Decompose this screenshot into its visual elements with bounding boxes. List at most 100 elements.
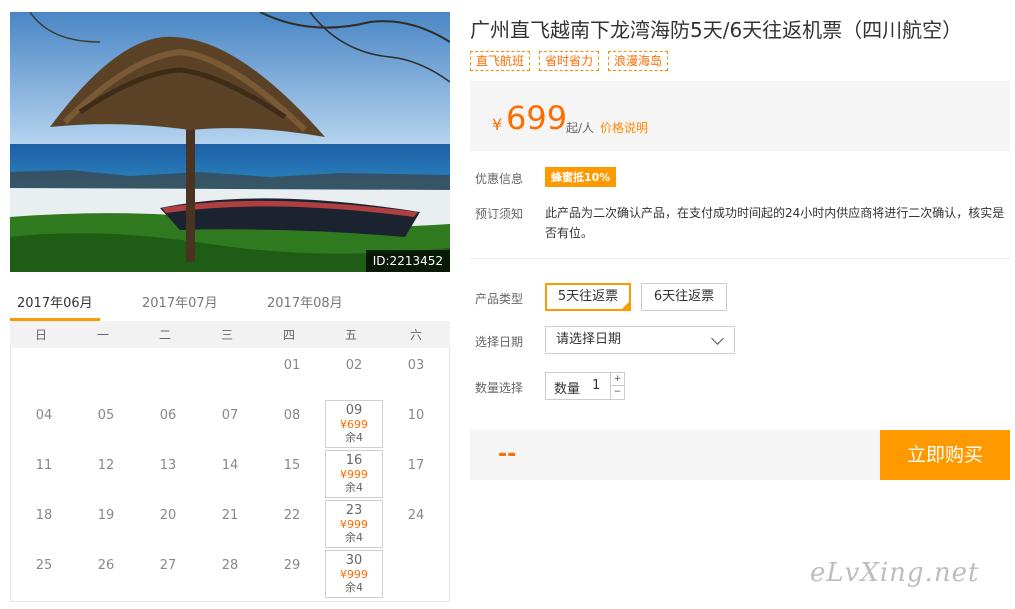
quantity-label: 数量选择 <box>475 381 524 395</box>
calendar-day-number: 15 <box>283 458 301 473</box>
product-photo: ID:2213452 <box>10 12 450 272</box>
type-option-6day-label: 6天往返票 <box>653 289 715 304</box>
total-price-value: -- <box>498 442 517 467</box>
quantity-field-label: 数量 <box>554 382 581 397</box>
calendar-day-number: 07 <box>221 408 239 423</box>
chevron-down-icon <box>711 332 724 345</box>
quantity-decrease-button[interactable]: − <box>610 386 624 399</box>
calendar-day: 14 <box>201 452 259 500</box>
calendar-day-number: 18 <box>35 508 53 523</box>
weekday-wed: 三 <box>220 328 233 342</box>
calendar-day-remaining: 余4 <box>345 431 363 444</box>
calendar-day: 08 <box>263 402 321 450</box>
calendar-day: 06 <box>139 402 197 450</box>
buy-now-button[interactable]: 立即购买 <box>880 430 1010 480</box>
quantity-stepper[interactable]: 数量 1 + − <box>545 372 625 400</box>
calendar-day-available[interactable]: 23 ¥999 余4 <box>325 500 383 548</box>
notice-label: 预订须知 <box>475 207 524 221</box>
quantity-value[interactable]: 1 <box>592 378 600 393</box>
promo-badge: 蜂蜜抵10% <box>545 167 617 187</box>
price-currency: ¥ <box>492 115 503 134</box>
calendar-day: 07 <box>201 402 259 450</box>
calendar-day-price: ¥999 <box>340 518 368 531</box>
product-tags: 直飞航班 省时省力 浪漫海岛 <box>470 51 669 71</box>
calendar-day-number: 16 <box>345 453 363 468</box>
calendar-day-price: ¥699 <box>340 418 368 431</box>
calendar-day: 13 <box>139 452 197 500</box>
calendar-day-number: 26 <box>97 558 115 573</box>
date-select[interactable]: 请选择日期 <box>545 326 735 354</box>
weekday-mon: 一 <box>96 328 109 342</box>
calendar-day-number: 12 <box>97 458 115 473</box>
calendar-day-number: 21 <box>221 508 239 523</box>
total-price-bar: -- <box>470 430 880 480</box>
calendar-day-number: 17 <box>407 458 425 473</box>
beach-hut-image <box>10 12 450 272</box>
calendar-day-number: 02 <box>345 358 363 373</box>
calendar-day-number: 13 <box>159 458 177 473</box>
price-calendar: 2017年06月 2017年07月 2017年08月 日 一 二 三 四 五 六… <box>10 285 450 602</box>
calendar-day-number: 06 <box>159 408 177 423</box>
calendar-day: 25 <box>15 552 73 600</box>
calendar-day: 10 <box>387 402 445 450</box>
calendar-day-number: 22 <box>283 508 301 523</box>
calendar-day: 03 <box>387 352 445 400</box>
notice-text: 此产品为二次确认产品，在支付成功时间起的24小时内供应商将进行二次确认，核实是否… <box>545 206 1005 240</box>
type-option-5day[interactable]: 5天往返票 <box>545 283 631 311</box>
calendar-day: 28 <box>201 552 259 600</box>
weekday-sat: 六 <box>409 328 422 342</box>
product-type-label: 产品类型 <box>475 292 524 306</box>
calendar-day-available[interactable]: 16 ¥999 余4 <box>325 450 383 498</box>
calendar-day: 18 <box>15 502 73 550</box>
calendar-day-number: 24 <box>407 508 425 523</box>
calendar-day: 15 <box>263 452 321 500</box>
weekday-thu: 四 <box>282 328 295 342</box>
calendar-day-number: 27 <box>159 558 177 573</box>
tag-convenient: 省时省力 <box>539 51 600 71</box>
photo-id-label: ID:2213452 <box>365 250 450 272</box>
site-watermark: eLvXing.net <box>810 558 980 588</box>
price-explain-link[interactable]: 价格说明 <box>600 119 648 136</box>
weekday-tue: 二 <box>158 328 171 342</box>
calendar-day: 24 <box>387 502 445 550</box>
calendar-day: 29 <box>263 552 321 600</box>
date-select-label: 选择日期 <box>475 335 524 349</box>
product-title: 广州直飞越南下龙湾海防5天/6天往返机票（四川航空） <box>470 18 963 42</box>
calendar-day: 26 <box>77 552 135 600</box>
tab-month-2017-07[interactable]: 2017年07月 <box>142 292 218 311</box>
calendar-day-number: 19 <box>97 508 115 523</box>
tab-month-2017-08[interactable]: 2017年08月 <box>267 292 343 311</box>
calendar-grid: 01 02 03 04 05 06 07 08 09 ¥699 余4 10 11 12 13 14 15 16 ¥9… <box>10 348 450 602</box>
calendar-day: 01 <box>263 352 321 400</box>
calendar-day-price: ¥999 <box>340 468 368 481</box>
type-option-6day[interactable]: 6天往返票 <box>641 283 727 311</box>
tab-month-2017-06[interactable]: 2017年06月 <box>17 292 93 311</box>
calendar-day-remaining: 余4 <box>345 531 363 544</box>
calendar-day-remaining: 余4 <box>345 581 363 594</box>
quantity-increase-button[interactable]: + <box>610 373 624 386</box>
calendar-day-number: 30 <box>345 553 363 568</box>
calendar-day-number: 05 <box>97 408 115 423</box>
type-option-5day-label: 5天往返票 <box>557 289 619 304</box>
calendar-day-number: 14 <box>221 458 239 473</box>
month-tabs: 2017年06月 2017年07月 2017年08月 <box>10 285 450 321</box>
weekday-header: 日 一 二 三 四 五 六 <box>10 321 450 348</box>
price-unit: 起/人 <box>566 121 595 135</box>
calendar-day: 22 <box>263 502 321 550</box>
calendar-day-number: 11 <box>35 458 53 473</box>
active-tab-underline <box>10 318 100 321</box>
calendar-day-available[interactable]: 09 ¥699 余4 <box>325 400 383 448</box>
calendar-day-number: 23 <box>345 503 363 518</box>
weekday-sun: 日 <box>34 328 47 342</box>
calendar-day-number: 04 <box>35 408 53 423</box>
calendar-day-number: 29 <box>283 558 301 573</box>
price-box: ¥ 699 起/人 价格说明 <box>470 81 1010 151</box>
price-amount: 699 <box>506 99 568 137</box>
selected-check-icon <box>621 301 630 310</box>
calendar-day-number: 20 <box>159 508 177 523</box>
tag-romantic-island: 浪漫海岛 <box>608 51 669 71</box>
calendar-day-available[interactable]: 30 ¥999 余4 <box>325 550 383 598</box>
calendar-day: 19 <box>77 502 135 550</box>
calendar-day: 11 <box>15 452 73 500</box>
calendar-day: 27 <box>139 552 197 600</box>
